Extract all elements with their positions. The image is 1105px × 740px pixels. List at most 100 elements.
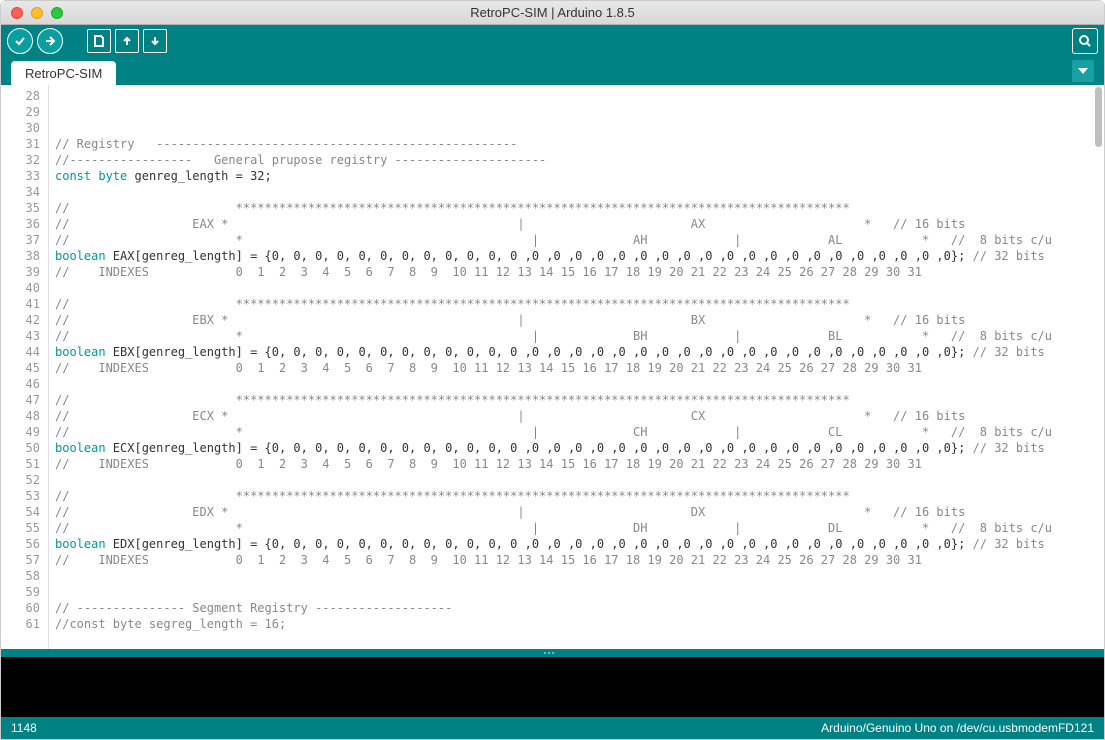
code-line[interactable]: // INDEXES 0 1 2 3 4 5 6 7 8 9 10 11 12 … — [55, 552, 1098, 568]
line-number: 36 — [1, 216, 48, 232]
line-number: 53 — [1, 488, 48, 504]
vertical-scrollbar[interactable] — [1095, 87, 1102, 147]
tab-sketch[interactable]: RetroPC-SIM — [11, 61, 116, 85]
line-number: 56 — [1, 536, 48, 552]
code-line[interactable]: // EBX * | BX * // 16 bits — [55, 312, 1098, 328]
save-sketch-button[interactable] — [143, 29, 167, 53]
line-number: 45 — [1, 360, 48, 376]
line-number: 61 — [1, 616, 48, 632]
code-line[interactable]: // EDX * | DX * // 16 bits — [55, 504, 1098, 520]
code-line[interactable]: // INDEXES 0 1 2 3 4 5 6 7 8 9 10 11 12 … — [55, 264, 1098, 280]
verify-button[interactable] — [7, 28, 33, 54]
line-number: 55 — [1, 520, 48, 536]
arrow-down-icon — [148, 34, 162, 48]
upload-button[interactable] — [37, 28, 63, 54]
code-line[interactable]: // INDEXES 0 1 2 3 4 5 6 7 8 9 10 11 12 … — [55, 456, 1098, 472]
code-line[interactable]: // --------------- Segment Registry ----… — [55, 600, 1098, 616]
code-line[interactable] — [55, 472, 1098, 488]
line-number: 57 — [1, 552, 48, 568]
line-number: 33 — [1, 168, 48, 184]
code-line[interactable] — [55, 568, 1098, 584]
line-number: 49 — [1, 424, 48, 440]
code-line[interactable]: //----------------- General prupose regi… — [55, 152, 1098, 168]
line-number: 46 — [1, 376, 48, 392]
tab-bar: RetroPC-SIM — [1, 57, 1104, 85]
open-sketch-button[interactable] — [115, 29, 139, 53]
code-line[interactable] — [55, 184, 1098, 200]
minimize-window-button[interactable] — [31, 7, 43, 19]
code-line[interactable]: // *************************************… — [55, 488, 1098, 504]
code-line[interactable]: // ECX * | CX * // 16 bits — [55, 408, 1098, 424]
line-number: 30 — [1, 120, 48, 136]
code-line[interactable]: // Registry ----------------------------… — [55, 136, 1098, 152]
line-number: 60 — [1, 600, 48, 616]
status-line-number: 1148 — [11, 721, 37, 735]
code-line[interactable]: // EAX * | AX * // 16 bits — [55, 216, 1098, 232]
line-number: 40 — [1, 280, 48, 296]
file-icon — [92, 34, 106, 48]
code-area[interactable]: // Registry ----------------------------… — [49, 85, 1104, 649]
line-number: 48 — [1, 408, 48, 424]
line-number: 28 — [1, 88, 48, 104]
check-icon — [13, 34, 27, 48]
code-line[interactable]: // * | CH | CL * // 8 bits c/u — [55, 424, 1098, 440]
code-line[interactable]: // *************************************… — [55, 296, 1098, 312]
code-line[interactable]: boolean EDX[genreg_length] = {0, 0, 0, 0… — [55, 536, 1098, 552]
code-line[interactable] — [55, 584, 1098, 600]
line-number: 37 — [1, 232, 48, 248]
line-number: 39 — [1, 264, 48, 280]
code-line[interactable] — [55, 280, 1098, 296]
toolbar — [1, 25, 1104, 57]
line-number: 32 — [1, 152, 48, 168]
line-number: 59 — [1, 584, 48, 600]
status-board-port: Arduino/Genuino Uno on /dev/cu.usbmodemF… — [821, 721, 1094, 735]
line-number-gutter: 2829303132333435363738394041424344454647… — [1, 85, 49, 649]
code-line[interactable] — [55, 88, 1098, 104]
code-line[interactable] — [55, 120, 1098, 136]
code-line[interactable] — [55, 376, 1098, 392]
code-line[interactable]: boolean EAX[genreg_length] = {0, 0, 0, 0… — [55, 248, 1098, 264]
editor[interactable]: 2829303132333435363738394041424344454647… — [1, 85, 1104, 649]
line-number: 35 — [1, 200, 48, 216]
code-line[interactable]: // *************************************… — [55, 392, 1098, 408]
title-bar: RetroPC-SIM | Arduino 1.8.5 — [1, 1, 1104, 25]
window-controls — [11, 7, 63, 19]
line-number: 34 — [1, 184, 48, 200]
line-number: 43 — [1, 328, 48, 344]
code-line[interactable]: const byte genreg_length = 32; — [55, 168, 1098, 184]
line-number: 41 — [1, 296, 48, 312]
line-number: 47 — [1, 392, 48, 408]
serial-monitor-button[interactable] — [1072, 28, 1098, 54]
code-line[interactable] — [55, 104, 1098, 120]
line-number: 44 — [1, 344, 48, 360]
arrow-up-icon — [120, 34, 134, 48]
code-line[interactable]: boolean EBX[genreg_length] = {0, 0, 0, 0… — [55, 344, 1098, 360]
line-number: 38 — [1, 248, 48, 264]
line-number: 50 — [1, 440, 48, 456]
line-number: 58 — [1, 568, 48, 584]
code-line[interactable]: // * | AH | AL * // 8 bits c/u — [55, 232, 1098, 248]
line-number: 29 — [1, 104, 48, 120]
tab-menu-button[interactable] — [1072, 60, 1094, 82]
magnifier-icon — [1077, 33, 1093, 49]
line-number: 51 — [1, 456, 48, 472]
code-line[interactable]: // INDEXES 0 1 2 3 4 5 6 7 8 9 10 11 12 … — [55, 360, 1098, 376]
code-line[interactable]: //const byte segreg_length = 16; — [55, 616, 1098, 632]
line-number: 31 — [1, 136, 48, 152]
status-bar: 1148 Arduino/Genuino Uno on /dev/cu.usbm… — [1, 717, 1104, 739]
line-number: 42 — [1, 312, 48, 328]
arrow-right-icon — [43, 34, 57, 48]
pane-divider[interactable] — [1, 649, 1104, 657]
code-line[interactable]: // * | DH | DL * // 8 bits c/u — [55, 520, 1098, 536]
maximize-window-button[interactable] — [51, 7, 63, 19]
code-line[interactable]: boolean ECX[genreg_length] = {0, 0, 0, 0… — [55, 440, 1098, 456]
new-sketch-button[interactable] — [87, 29, 111, 53]
output-console — [1, 657, 1104, 717]
code-line[interactable]: // *************************************… — [55, 200, 1098, 216]
code-line[interactable]: // * | BH | BL * // 8 bits c/u — [55, 328, 1098, 344]
window-title: RetroPC-SIM | Arduino 1.8.5 — [1, 5, 1104, 20]
line-number: 54 — [1, 504, 48, 520]
close-window-button[interactable] — [11, 7, 23, 19]
chevron-down-icon — [1078, 68, 1088, 74]
line-number: 52 — [1, 472, 48, 488]
